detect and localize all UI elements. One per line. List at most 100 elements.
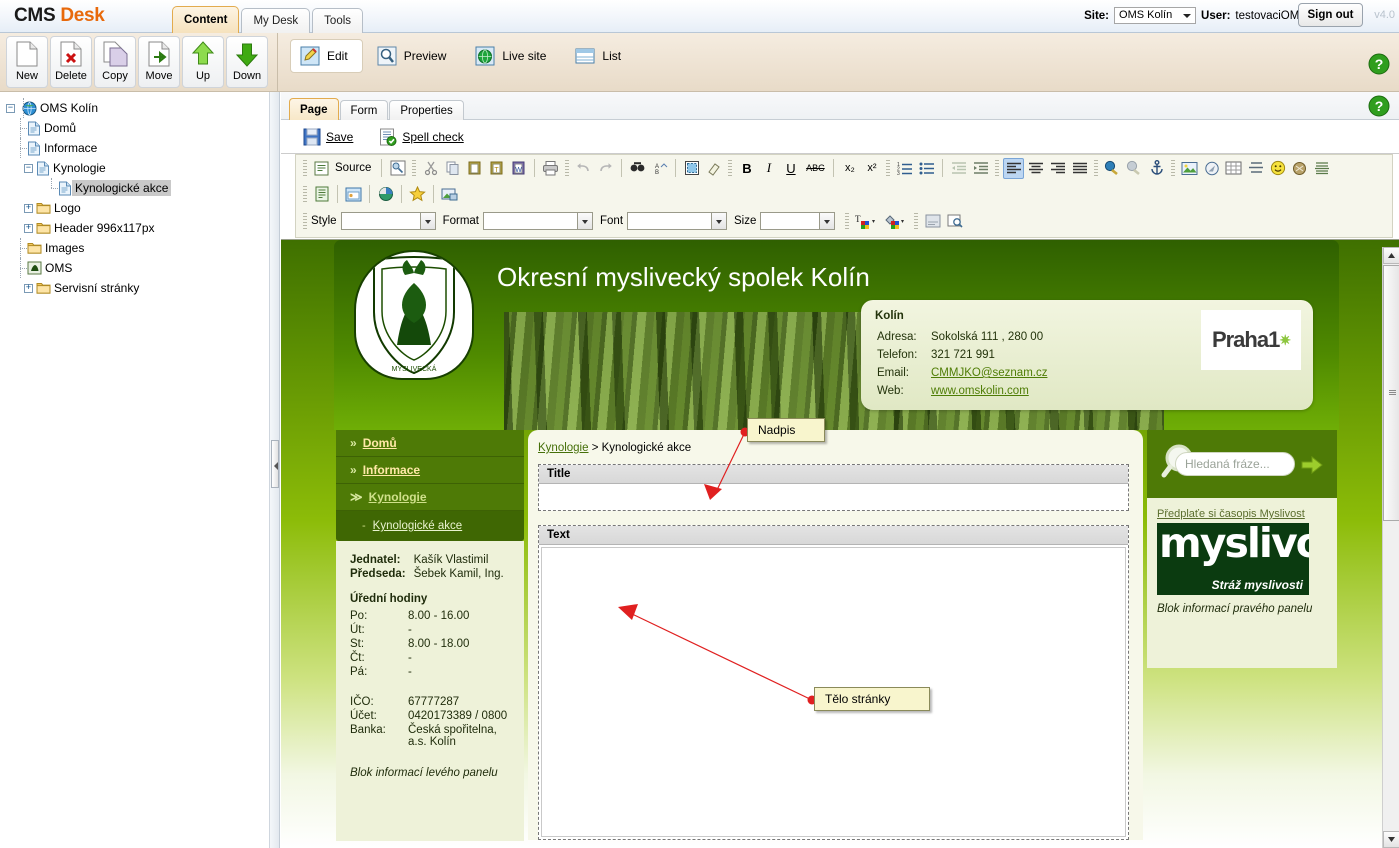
title-field-input[interactable] <box>539 484 1128 510</box>
size-select[interactable] <box>760 212 836 230</box>
move-button[interactable]: Move <box>138 36 180 88</box>
bulleted-list-button[interactable] <box>916 158 937 179</box>
align-justify-button[interactable] <box>1069 158 1090 179</box>
breadcrumb-parent[interactable]: Kynologie <box>538 442 589 454</box>
help-icon[interactable]: ? <box>1368 53 1390 75</box>
anchor-button[interactable] <box>1146 158 1167 179</box>
smiley-button[interactable] <box>1267 158 1288 179</box>
outdent-button[interactable] <box>948 158 969 179</box>
up-button[interactable]: Up <box>182 36 224 88</box>
content-tree[interactable]: − OMS Kolín Domů Informace − Kynologie K… <box>0 92 270 848</box>
scroll-up-button[interactable] <box>1383 247 1399 264</box>
insert-media-button[interactable] <box>375 184 396 205</box>
replace-button[interactable]: A B <box>649 158 670 179</box>
mode-preview[interactable]: Preview <box>367 39 462 73</box>
expand-icon[interactable]: + <box>24 203 33 213</box>
toolbar-grip[interactable] <box>565 159 570 177</box>
expand-icon[interactable]: + <box>24 223 33 233</box>
font-select[interactable] <box>627 212 728 230</box>
toolbar-grip[interactable] <box>303 185 307 203</box>
insert-favorite-button[interactable] <box>407 184 428 205</box>
special-char-button[interactable] <box>1289 158 1310 179</box>
paste-word-button[interactable]: W <box>508 158 529 179</box>
toolbar-grip[interactable] <box>845 212 850 230</box>
subscribe-link[interactable]: Předplaťe si časopis Myslivost <box>1157 508 1327 520</box>
tab-page[interactable]: Page <box>289 98 339 121</box>
find-button[interactable] <box>627 158 648 179</box>
tree-node-logo[interactable]: + Logo <box>6 198 269 218</box>
mode-live-site[interactable]: Live site <box>465 39 561 73</box>
tree-node-images[interactable]: Images <box>6 238 269 258</box>
new-button[interactable]: New <box>6 36 48 88</box>
background-color-button[interactable] <box>882 211 910 232</box>
scroll-down-button[interactable] <box>1383 831 1399 848</box>
nav-sub-link[interactable]: Kynologické akce <box>373 520 463 532</box>
paste-button[interactable] <box>464 158 485 179</box>
down-button[interactable]: Down <box>226 36 268 88</box>
tab-tools[interactable]: Tools <box>312 8 364 33</box>
align-center-button[interactable] <box>1025 158 1046 179</box>
flash-button[interactable] <box>1201 158 1222 179</box>
tab-my-desk[interactable]: My Desk <box>241 8 311 33</box>
toolbar-grip[interactable] <box>1171 159 1176 177</box>
toolbar-grip[interactable] <box>303 159 307 177</box>
source-label[interactable]: Source <box>333 162 376 174</box>
paste-text-button[interactable]: T <box>486 158 507 179</box>
spell-check-button[interactable]: Spell check <box>379 128 464 146</box>
splitter-collapse-handle[interactable] <box>271 440 279 488</box>
align-left-button[interactable] <box>1003 157 1025 179</box>
format-select[interactable] <box>483 212 593 230</box>
contact-web-link[interactable]: www.omskolin.com <box>931 385 1029 397</box>
nav-subitem-kynologicke-akce[interactable]: - Kynologické akce <box>336 511 524 541</box>
nav-item-informace[interactable]: » Informace <box>336 457 524 484</box>
indent-button[interactable] <box>970 158 991 179</box>
tree-node-servisni-stranky[interactable]: + Servisní stránky <box>6 278 269 298</box>
insert-widget-button[interactable] <box>343 184 364 205</box>
tree-node-kynologie[interactable]: − Kynologie <box>6 158 269 178</box>
redo-button[interactable] <box>595 158 616 179</box>
cut-button[interactable] <box>420 158 441 179</box>
mode-list[interactable]: List <box>565 39 636 73</box>
strikethrough-button[interactable]: ABC <box>802 158 828 179</box>
underline-button[interactable]: U <box>780 158 801 179</box>
page-break-button[interactable] <box>1311 158 1332 179</box>
nav-link[interactable]: Domů <box>363 436 397 450</box>
numbered-list-button[interactable]: 1 2 3 <box>894 158 915 179</box>
pane-splitter[interactable] <box>270 92 280 848</box>
nav-link[interactable]: Informace <box>363 463 420 477</box>
toolbar-grip[interactable] <box>303 212 307 230</box>
site-selector[interactable]: OMS Kolín <box>1114 7 1197 24</box>
text-field-input[interactable] <box>541 547 1126 837</box>
nav-item-kynologie[interactable]: ≫ Kynologie <box>336 484 524 511</box>
tab-form[interactable]: Form <box>339 100 389 121</box>
nav-link[interactable]: Kynologie <box>369 490 427 504</box>
tab-properties[interactable]: Properties <box>389 100 464 121</box>
search-submit-arrow-icon[interactable] <box>1301 456 1323 474</box>
print-button[interactable] <box>540 158 561 179</box>
remove-format-button[interactable] <box>703 158 724 179</box>
tab-content[interactable]: Content <box>172 6 240 33</box>
templates-button[interactable] <box>387 158 408 179</box>
help-icon[interactable]: ? <box>1368 95 1390 117</box>
image-button[interactable] <box>1179 158 1200 179</box>
unlink-button[interactable] <box>1124 158 1145 179</box>
save-button[interactable]: Save <box>303 128 353 146</box>
toolbar-grip[interactable] <box>886 159 891 177</box>
maximize-button[interactable] <box>944 211 965 232</box>
tree-node-kynologicke-akce[interactable]: Kynologické akce <box>6 178 269 198</box>
insert-document-button[interactable] <box>311 184 332 205</box>
undo-button[interactable] <box>573 158 594 179</box>
collapse-icon[interactable]: − <box>24 163 33 173</box>
superscript-button[interactable]: x² <box>861 158 882 179</box>
select-all-button[interactable] <box>681 158 702 179</box>
insert-image-gallery-button[interactable] <box>439 184 460 205</box>
subscript-button[interactable]: x₂ <box>839 158 860 179</box>
tree-node-oms[interactable]: OMS <box>6 258 269 278</box>
expand-icon[interactable]: + <box>24 283 33 293</box>
myslivost-banner[interactable]: myslivost Stráž myslivosti <box>1157 523 1309 595</box>
nav-item-domu[interactable]: » Domů <box>336 430 524 457</box>
toolbar-grip[interactable] <box>1094 159 1099 177</box>
delete-button[interactable]: Delete <box>50 36 92 88</box>
toolbar-grip[interactable] <box>914 212 919 230</box>
copy-button[interactable] <box>442 158 463 179</box>
